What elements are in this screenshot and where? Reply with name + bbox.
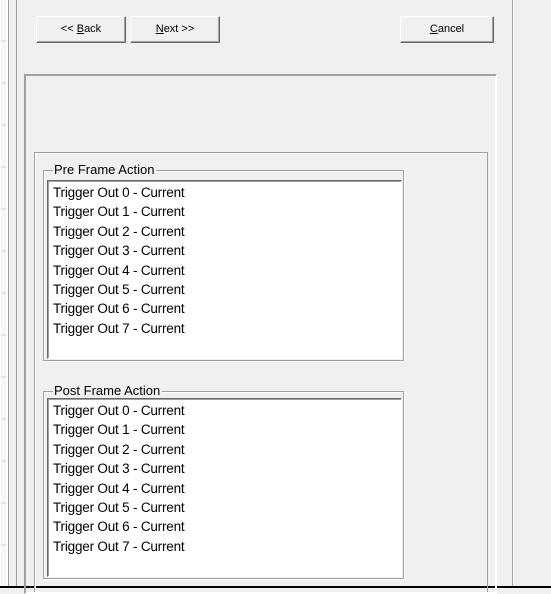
list-item[interactable]: Trigger Out 0 - Current — [53, 183, 401, 202]
back-button-rest: ack — [84, 23, 102, 35]
window-divider-right-highlight — [513, 0, 514, 588]
post-frame-action-items: Trigger Out 0 - Current Trigger Out 1 - … — [48, 399, 401, 556]
back-button-hotkey: B — [76, 23, 85, 35]
list-item[interactable]: Trigger Out 4 - Current — [53, 261, 401, 280]
back-button-prefix: << — [60, 23, 77, 35]
list-item[interactable]: Trigger Out 4 - Current — [53, 479, 401, 498]
cancel-button-hotkey: C — [429, 23, 438, 35]
list-item[interactable]: Trigger Out 3 - Current — [53, 241, 401, 260]
list-item[interactable]: Trigger Out 6 - Current — [53, 517, 401, 536]
list-item[interactable]: Trigger Out 7 - Current — [53, 537, 401, 556]
list-item[interactable]: Trigger Out 2 - Current — [53, 440, 401, 459]
list-item[interactable]: Trigger Out 5 - Current — [53, 498, 401, 517]
next-button-rest: ext >> — [163, 23, 195, 35]
list-item[interactable]: Trigger Out 1 - Current — [53, 202, 401, 221]
list-item[interactable]: Trigger Out 7 - Current — [53, 319, 401, 338]
window-left-edge — [0, 0, 9, 588]
list-item[interactable]: Trigger Out 2 - Current — [53, 222, 401, 241]
window-divider-left — [16, 0, 17, 588]
cancel-button-rest: ancel — [437, 23, 465, 35]
pre-frame-action-items: Trigger Out 0 - Current Trigger Out 1 - … — [48, 181, 401, 338]
list-item[interactable]: Trigger Out 6 - Current — [53, 299, 401, 318]
next-button-hotkey: N — [155, 23, 164, 35]
post-frame-action-list[interactable]: Trigger Out 0 - Current Trigger Out 1 - … — [47, 398, 402, 577]
list-item[interactable]: Trigger Out 0 - Current — [53, 401, 401, 420]
list-item[interactable]: Trigger Out 3 - Current — [53, 459, 401, 478]
back-button[interactable]: << Back — [36, 16, 126, 43]
pre-frame-action-title: Pre Frame Action — [53, 162, 157, 178]
list-item[interactable]: Trigger Out 1 - Current — [53, 420, 401, 439]
cancel-button[interactable]: Cancel — [400, 16, 494, 43]
next-button[interactable]: Next >> — [130, 16, 220, 43]
pre-frame-action-list[interactable]: Trigger Out 0 - Current Trigger Out 1 - … — [47, 180, 402, 359]
list-item[interactable]: Trigger Out 5 - Current — [53, 280, 401, 299]
post-frame-action-title: Post Frame Action — [53, 383, 163, 399]
